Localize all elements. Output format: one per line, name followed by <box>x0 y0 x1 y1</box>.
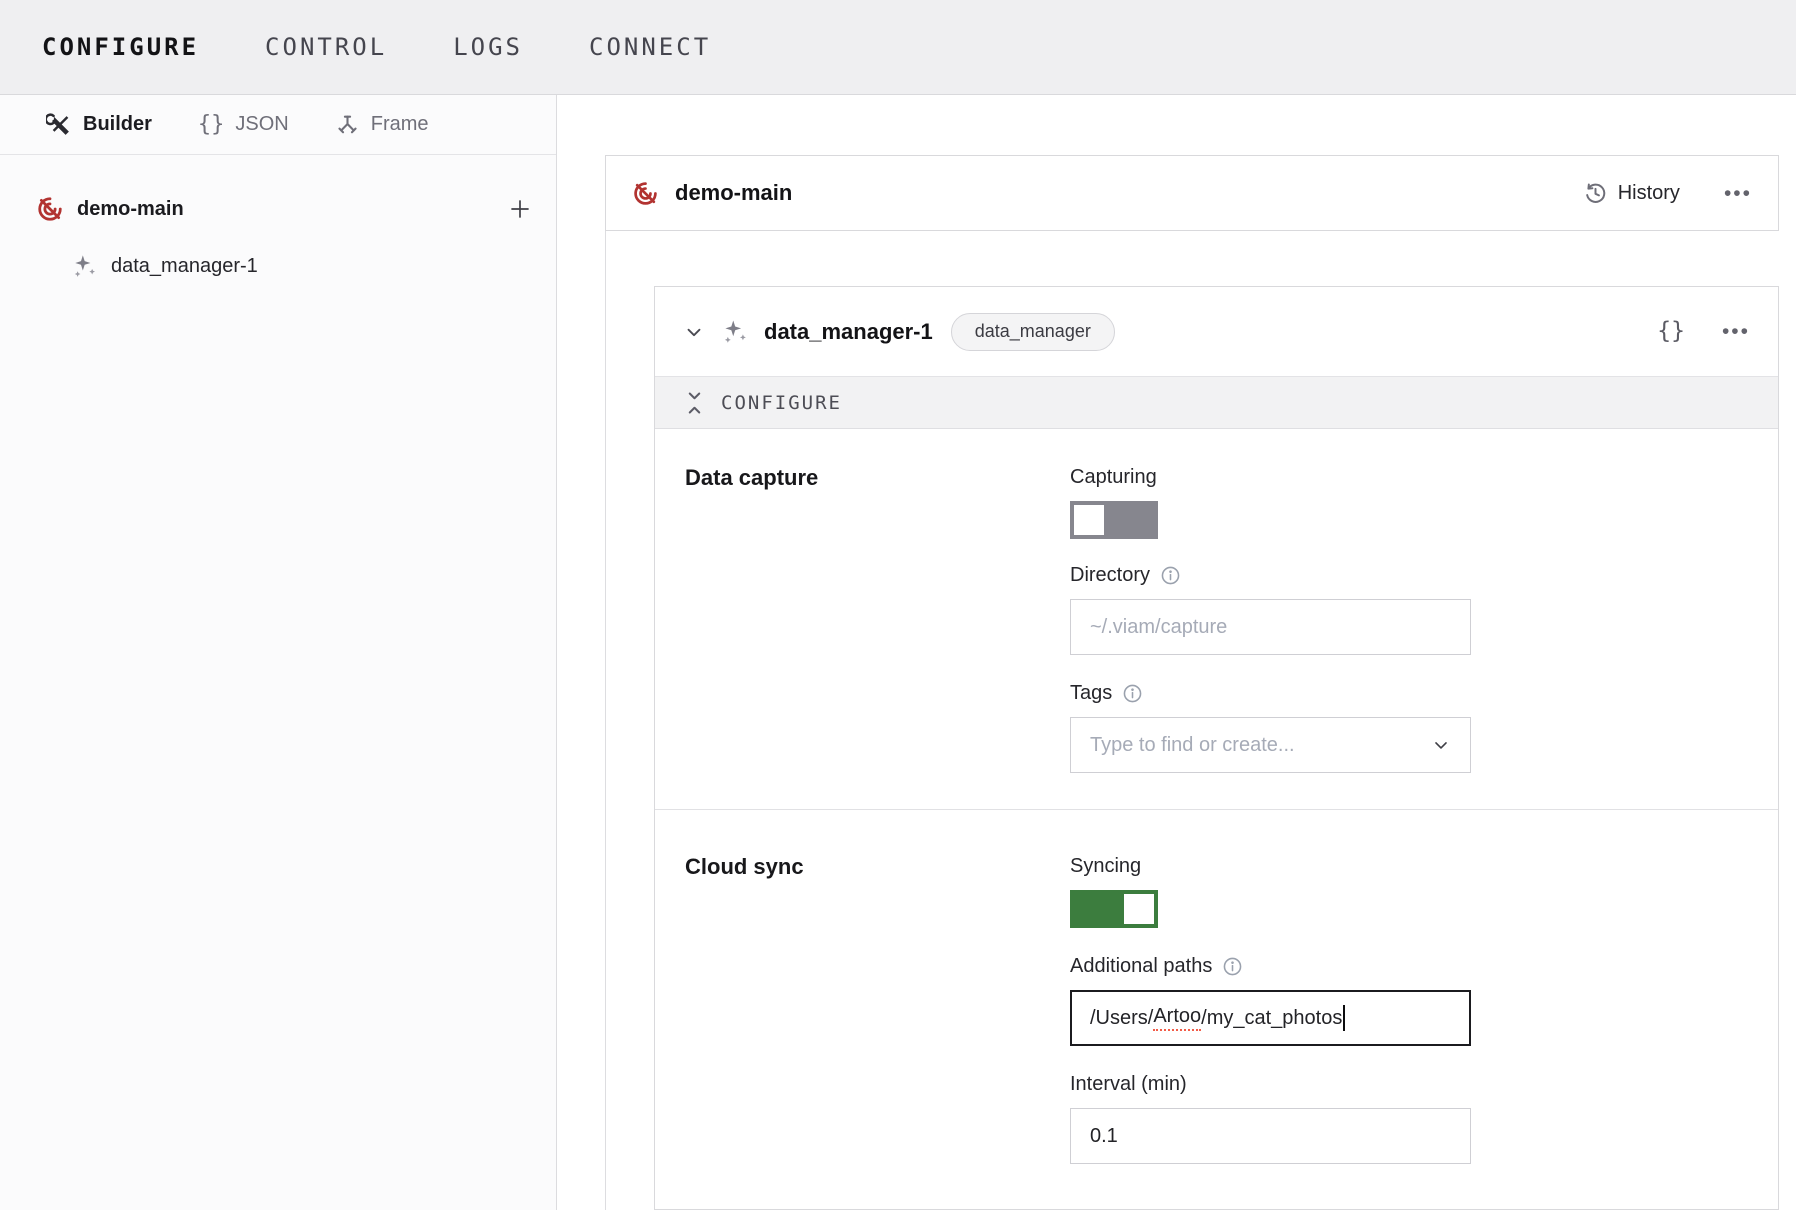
tree-item-label: demo-main <box>77 198 184 221</box>
group-outline <box>605 231 606 1210</box>
data-capture-section: Data capture Capturing Directory <box>655 429 1778 809</box>
misspelled-word: Artoo <box>1153 1005 1201 1031</box>
directory-label: Directory <box>1070 563 1471 587</box>
offline-icon <box>36 195 64 223</box>
sparkles-icon <box>72 253 98 279</box>
tags-label: Tags <box>1070 681 1471 705</box>
top-nav: CONFIGURE CONTROL LOGS CONNECT <box>0 0 1796 95</box>
component-menu-ellipsis-icon[interactable]: ••• <box>1722 321 1750 342</box>
tree-item-label: data_manager-1 <box>111 255 258 278</box>
path-text: /my_cat_photos <box>1201 1007 1342 1030</box>
chevron-down-icon <box>1431 735 1451 755</box>
history-clock-icon <box>1583 181 1608 206</box>
section-heading: Cloud sync <box>685 854 1070 880</box>
nav-tab-configure[interactable]: CONFIGURE <box>42 33 199 61</box>
component-type-badge: data_manager <box>951 313 1115 351</box>
sidebar-tab-label: Frame <box>371 113 429 136</box>
collapse-vertical-icon <box>685 390 704 416</box>
directory-input[interactable] <box>1070 599 1471 655</box>
sidebar-mode-tabs: Builder {} JSON Frame <box>0 95 556 155</box>
info-icon[interactable] <box>1160 565 1181 586</box>
capturing-toggle[interactable] <box>1070 501 1158 539</box>
sidebar-tab-label: Builder <box>83 113 152 136</box>
nav-tab-connect[interactable]: CONNECT <box>589 33 711 61</box>
component-card-data-manager: data_manager-1 data_manager {} ••• CONFI… <box>654 286 1779 1210</box>
interval-input[interactable] <box>1070 1108 1471 1164</box>
history-button[interactable]: History <box>1583 181 1680 206</box>
syncing-label: Syncing <box>1070 854 1471 878</box>
next-section-edge <box>655 1194 1778 1211</box>
chevron-down-icon[interactable] <box>683 321 705 343</box>
curly-braces-icon: {} <box>198 114 225 136</box>
builder-tools-icon <box>46 112 72 138</box>
text-cursor <box>1343 1005 1345 1031</box>
configure-bar-label: CONFIGURE <box>721 392 842 414</box>
json-view-button[interactable]: {} <box>1657 320 1685 343</box>
sidebar: Builder {} JSON Frame <box>0 95 557 1210</box>
sidebar-tab-label: JSON <box>235 113 288 136</box>
capturing-label: Capturing <box>1070 465 1471 489</box>
path-text: /Users/ <box>1090 1007 1153 1030</box>
toggle-knob <box>1124 894 1154 924</box>
sparkles-icon <box>722 318 749 345</box>
cloud-sync-section: Cloud sync Syncing Additional paths <box>655 809 1778 1194</box>
nav-tab-logs[interactable]: LOGS <box>453 33 523 61</box>
tree-item-machine[interactable]: demo-main <box>0 186 556 232</box>
section-heading: Data capture <box>685 465 1070 491</box>
info-icon[interactable] <box>1222 956 1243 977</box>
machine-title: demo-main <box>675 180 792 206</box>
sidebar-tab-frame[interactable]: Frame <box>335 112 429 137</box>
sidebar-tab-builder[interactable]: Builder <box>46 112 152 138</box>
frame-axes-icon <box>335 112 360 137</box>
component-title: data_manager-1 <box>764 319 933 345</box>
additional-paths-input[interactable]: /Users/Artoo/my_cat_photos <box>1070 990 1471 1046</box>
syncing-toggle[interactable] <box>1070 890 1158 928</box>
offline-icon <box>632 180 659 207</box>
nav-tab-control[interactable]: CONTROL <box>265 33 387 61</box>
machine-menu-ellipsis-icon[interactable]: ••• <box>1724 183 1752 204</box>
sidebar-tab-json[interactable]: {} JSON <box>198 113 289 136</box>
add-component-button[interactable] <box>508 197 532 221</box>
tags-placeholder: Type to find or create... <box>1090 734 1431 757</box>
main-content: demo-main History ••• <box>558 95 1796 1210</box>
machine-header-card: demo-main History ••• <box>605 155 1779 231</box>
tree-item-data-manager[interactable]: data_manager-1 <box>0 243 556 289</box>
interval-label: Interval (min) <box>1070 1072 1471 1096</box>
toggle-knob <box>1074 505 1104 535</box>
tags-select[interactable]: Type to find or create... <box>1070 717 1471 773</box>
component-card-header: data_manager-1 data_manager {} ••• <box>655 287 1778 376</box>
additional-paths-label: Additional paths <box>1070 954 1471 978</box>
info-icon[interactable] <box>1122 683 1143 704</box>
configure-section-bar[interactable]: CONFIGURE <box>655 376 1778 429</box>
history-label: History <box>1618 182 1680 205</box>
machine-part-tree: demo-main data_manager-1 <box>0 155 556 289</box>
